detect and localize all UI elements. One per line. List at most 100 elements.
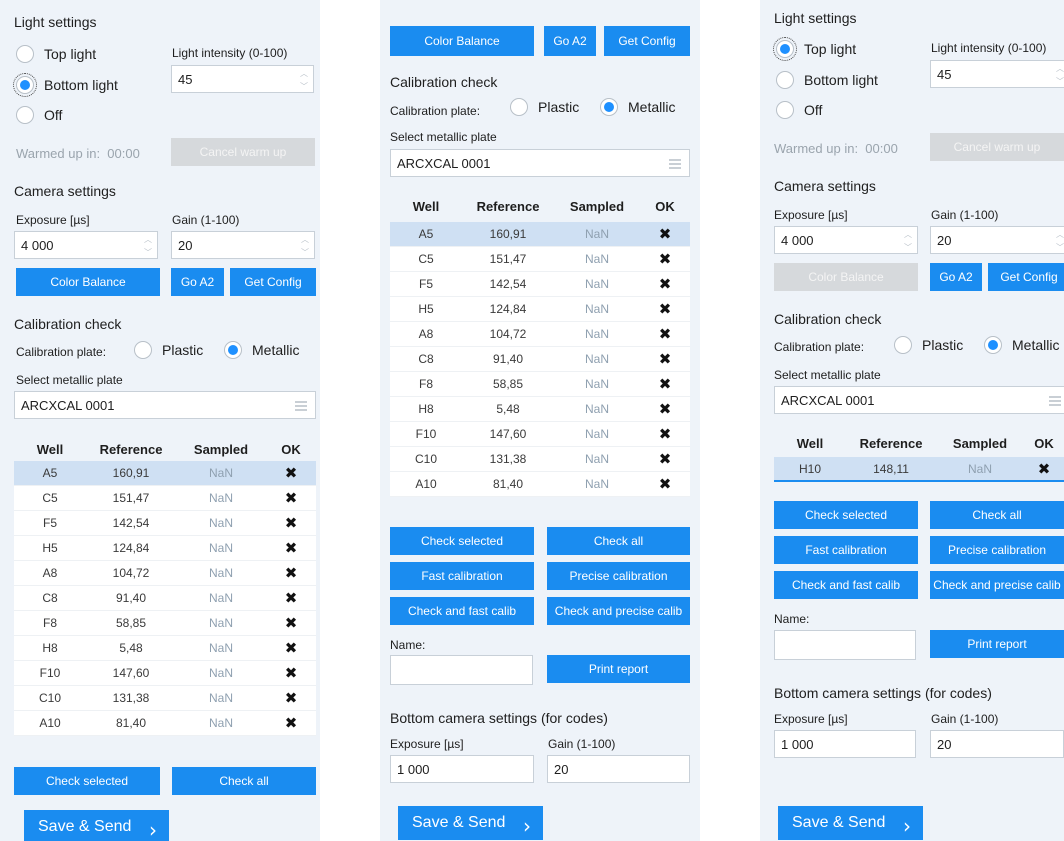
radio-off[interactable]: Off (776, 101, 822, 119)
check-all-button[interactable]: Check all (930, 501, 1064, 529)
go-a2-button[interactable]: Go A2 (171, 268, 224, 296)
save-send-button[interactable]: Save & Send › (398, 806, 543, 840)
cell-sampled: NaN (208, 666, 233, 680)
color-balance-button[interactable]: Color Balance (390, 26, 534, 56)
bottom-gain-input[interactable]: 20 (930, 730, 1064, 758)
spinner-icon[interactable]: ︿ ﹀ (1055, 64, 1064, 86)
table-row[interactable]: A10 81,40 NaN ✖ (14, 711, 316, 736)
precise-calibration-button[interactable]: Precise calibration (547, 562, 690, 590)
gain-input[interactable]: 20 ︿ ﹀ (171, 231, 315, 259)
radio-top-light[interactable]: Top light (16, 45, 96, 63)
go-a2-button[interactable]: Go A2 (930, 263, 982, 291)
table-row[interactable]: H10 148,11 NaN ✖ (774, 457, 1064, 482)
check-all-button[interactable]: Check all (172, 767, 316, 795)
table-row[interactable]: C5 151,47 NaN ✖ (390, 247, 690, 272)
menu-icon[interactable] (1049, 396, 1061, 406)
menu-icon[interactable] (295, 401, 307, 411)
get-config-button[interactable]: Get Config (988, 263, 1064, 291)
table-row[interactable]: C8 91,40 NaN ✖ (14, 586, 316, 611)
radio-metallic[interactable]: Metallic (984, 336, 1059, 354)
cell-reference: 151,47 (112, 491, 150, 505)
get-config-button[interactable]: Get Config (604, 26, 690, 56)
bottom-exposure-input[interactable]: 1 000 (390, 755, 534, 783)
check-fast-calib-button[interactable]: Check and fast calib (774, 571, 918, 599)
cancel-warm-up-button[interactable]: Cancel warm up (930, 133, 1064, 161)
color-balance-button[interactable]: Color Balance (774, 263, 918, 291)
save-send-button[interactable]: Save & Send › (24, 810, 169, 841)
table-row[interactable]: H5 124,84 NaN ✖ (14, 536, 316, 561)
cancel-warm-up-button[interactable]: Cancel warm up (171, 138, 315, 166)
bottom-exposure-input[interactable]: 1 000 (774, 730, 916, 758)
radio-top-light[interactable]: Top light (773, 37, 856, 61)
name-label: Name: (774, 612, 810, 626)
table-row[interactable]: H8 5,48 NaN ✖ (390, 397, 690, 422)
go-a2-button[interactable]: Go A2 (544, 26, 596, 56)
table-row[interactable]: F5 142,54 NaN ✖ (390, 272, 690, 297)
fast-calibration-button[interactable]: Fast calibration (774, 536, 918, 564)
plate-select[interactable]: ARCXCAL 0001 (774, 386, 1064, 414)
light-intensity-input[interactable]: 45 ︿ ﹀ (171, 65, 314, 93)
bottom-gain-input[interactable]: 20 (547, 755, 690, 783)
menu-icon[interactable] (669, 159, 681, 169)
table-row[interactable]: F8 58,85 NaN ✖ (14, 611, 316, 636)
exposure-input[interactable]: 4 000 ︿ ﹀ (14, 231, 158, 259)
cell-reference: 58,85 (115, 616, 147, 630)
cell-well: H8 (42, 641, 58, 655)
radio-plastic[interactable]: Plastic (894, 336, 963, 354)
radio-metallic[interactable]: Metallic (600, 98, 675, 116)
spinner-icon[interactable]: ︿ ﹀ (299, 69, 309, 91)
table-row[interactable]: C10 131,38 NaN ✖ (14, 686, 316, 711)
color-balance-button[interactable]: Color Balance (16, 268, 160, 296)
light-intensity-input[interactable]: 45 ︿ ﹀ (930, 60, 1064, 88)
check-precise-calib-button[interactable]: Check and precise calib (547, 597, 690, 625)
radio-bottom-light[interactable]: Bottom light (776, 71, 878, 89)
radio-plastic[interactable]: Plastic (510, 98, 579, 116)
radio-bottom-light[interactable]: Bottom light (13, 73, 118, 97)
table-row[interactable]: A10 81,40 NaN ✖ (390, 472, 690, 497)
check-all-button[interactable]: Check all (547, 527, 690, 555)
radio-metallic[interactable]: Metallic (224, 341, 299, 359)
cell-well: C8 (42, 591, 58, 605)
precise-calibration-button[interactable]: Precise calibration (930, 536, 1064, 564)
fast-calibration-button[interactable]: Fast calibration (390, 562, 534, 590)
table-row[interactable]: A5 160,91 NaN ✖ (390, 222, 690, 247)
radio-off[interactable]: Off (16, 106, 62, 124)
save-send-label: Save & Send (412, 814, 506, 831)
radio-plastic[interactable]: Plastic (134, 341, 203, 359)
check-selected-button[interactable]: Check selected (774, 501, 918, 529)
name-input[interactable] (774, 630, 916, 660)
spinner-icon[interactable]: ︿ ﹀ (1055, 230, 1064, 252)
plate-select[interactable]: ARCXCAL 0001 (14, 391, 316, 419)
table-row[interactable]: A5 160,91 NaN ✖ (14, 461, 316, 486)
name-input[interactable] (390, 655, 533, 685)
table-row[interactable]: C8 91,40 NaN ✖ (390, 347, 690, 372)
table-row[interactable]: A8 104,72 NaN ✖ (390, 322, 690, 347)
cell-sampled: NaN (584, 252, 609, 266)
table-row[interactable]: C10 131,38 NaN ✖ (390, 447, 690, 472)
table-row[interactable]: C5 151,47 NaN ✖ (14, 486, 316, 511)
spinner-icon[interactable]: ︿ ﹀ (300, 235, 310, 257)
spinner-icon[interactable]: ︿ ﹀ (143, 235, 153, 257)
settings-panel-2: Color Balance Go A2 Get Config Calibrati… (380, 0, 700, 841)
exposure-input[interactable]: 4 000 ︿ ﹀ (774, 226, 918, 254)
check-fast-calib-button[interactable]: Check and fast calib (390, 597, 534, 625)
spinner-icon[interactable]: ︿ ﹀ (903, 230, 913, 252)
table-row[interactable]: A8 104,72 NaN ✖ (14, 561, 316, 586)
get-config-button[interactable]: Get Config (230, 268, 316, 296)
plate-select[interactable]: ARCXCAL 0001 (390, 149, 690, 177)
check-selected-button[interactable]: Check selected (390, 527, 534, 555)
cell-reference: 131,38 (112, 691, 150, 705)
table-row[interactable]: F10 147,60 NaN ✖ (14, 661, 316, 686)
save-send-button[interactable]: Save & Send › (778, 806, 923, 840)
gain-input[interactable]: 20 ︿ ﹀ (930, 226, 1064, 254)
check-precise-calib-button[interactable]: Check and precise calib (930, 571, 1064, 599)
table-row[interactable]: F10 147,60 NaN ✖ (390, 422, 690, 447)
table-row[interactable]: H5 124,84 NaN ✖ (390, 297, 690, 322)
column-header: Sampled (952, 436, 1008, 451)
table-row[interactable]: F5 142,54 NaN ✖ (14, 511, 316, 536)
check-selected-button[interactable]: Check selected (14, 767, 160, 795)
table-row[interactable]: F8 58,85 NaN ✖ (390, 372, 690, 397)
table-row[interactable]: H8 5,48 NaN ✖ (14, 636, 316, 661)
print-report-button[interactable]: Print report (547, 655, 690, 683)
print-report-button[interactable]: Print report (930, 630, 1064, 658)
